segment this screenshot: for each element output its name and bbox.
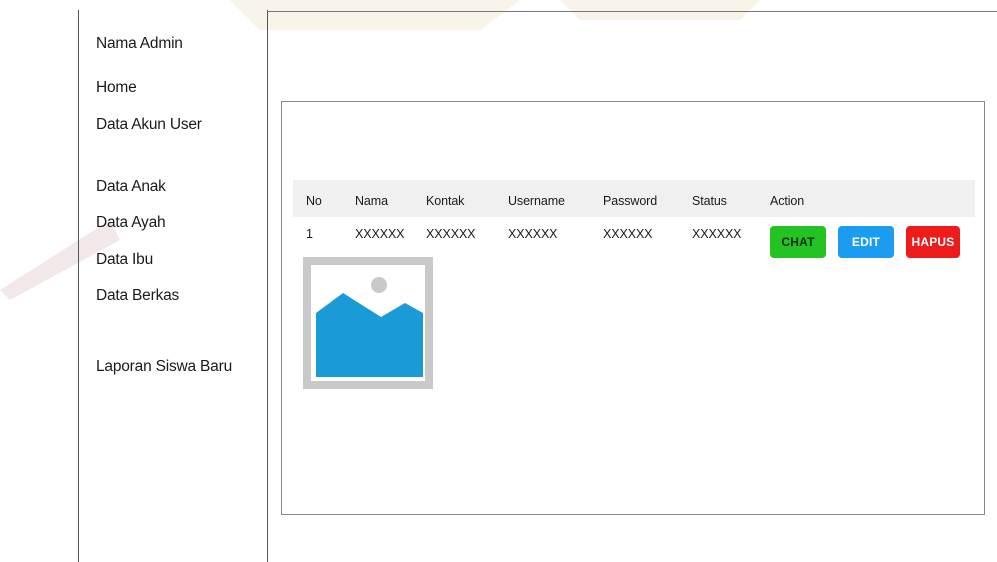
column-header-nama: Nama xyxy=(355,194,388,208)
sidebar-item-data-anak[interactable]: Data Anak xyxy=(96,177,166,197)
content-top-border xyxy=(267,11,997,12)
sidebar-right-border xyxy=(267,10,268,562)
column-header-status: Status xyxy=(692,194,727,208)
column-header-username: Username xyxy=(508,194,565,208)
column-header-no: No xyxy=(306,194,322,208)
cell-username: XXXXXX xyxy=(508,227,558,241)
image-placeholder-icon xyxy=(303,257,433,389)
sidebar-item-laporan-siswa-baru[interactable]: Laporan Siswa Baru xyxy=(96,357,232,377)
admin-name: Nama Admin xyxy=(96,35,183,52)
chat-button[interactable]: CHAT xyxy=(770,226,826,258)
cell-password: XXXXXX xyxy=(603,227,653,241)
edit-button[interactable]: EDIT xyxy=(838,226,894,258)
column-header-action: Action xyxy=(770,194,805,208)
cell-nama: XXXXXX xyxy=(355,227,405,241)
sidebar-item-data-ayah[interactable]: Data Ayah xyxy=(96,213,166,233)
sidebar-item-data-berkas[interactable]: Data Berkas xyxy=(96,286,179,306)
cell-status: XXXXXX xyxy=(692,227,742,241)
cell-no: 1 xyxy=(306,227,313,241)
sidebar-left-border xyxy=(78,10,79,562)
sidebar-item-data-akun-user[interactable]: Data Akun User xyxy=(96,115,202,135)
cell-kontak: XXXXXX xyxy=(426,227,476,241)
hapus-button[interactable]: HAPUS xyxy=(906,226,960,258)
sidebar-item-home[interactable]: Home xyxy=(96,78,137,98)
sidebar-item-data-ibu[interactable]: Data Ibu xyxy=(96,250,153,270)
column-header-password: Password xyxy=(603,194,658,208)
column-header-kontak: Kontak xyxy=(426,194,465,208)
